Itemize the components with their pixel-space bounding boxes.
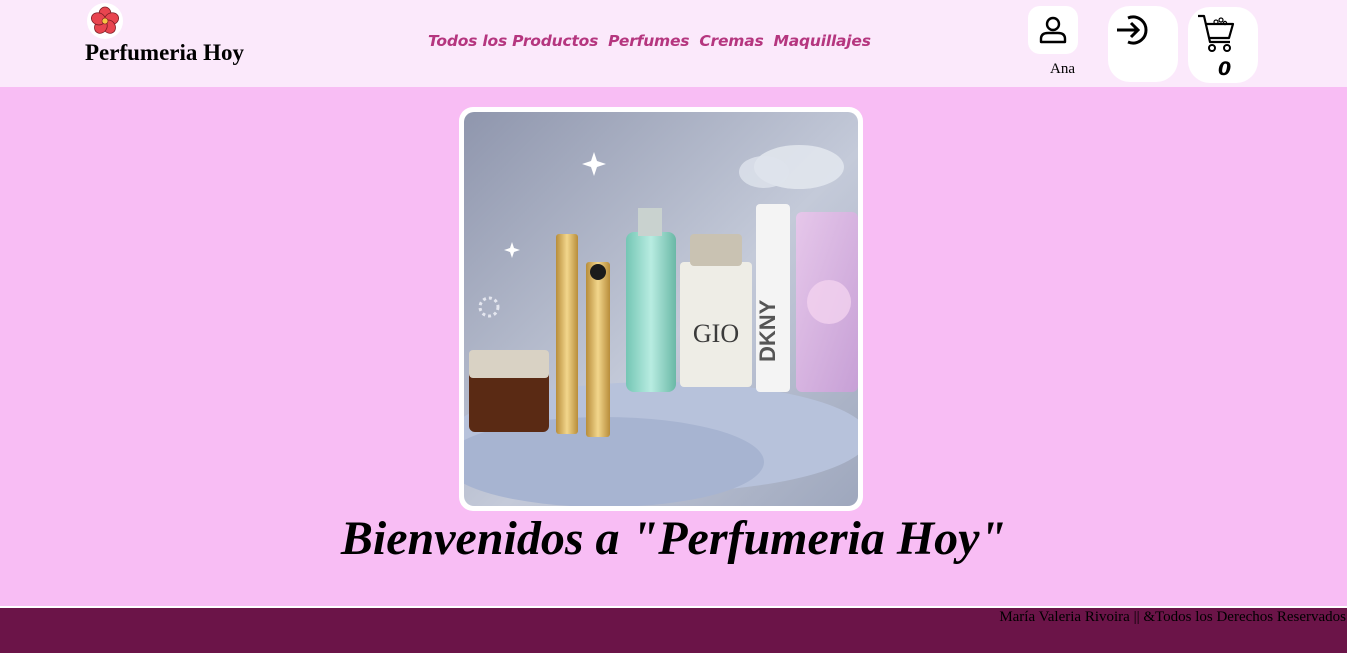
hero-image: GIO DKNY xyxy=(464,112,858,506)
user-button[interactable] xyxy=(1028,6,1078,54)
hero-image-frame: GIO DKNY xyxy=(459,107,863,511)
user-icon xyxy=(1039,16,1067,44)
user-name: Ana xyxy=(1050,61,1075,77)
welcome-heading: Bienvenidos a "Perfumeria Hoy" xyxy=(340,512,1007,565)
svg-text:GIO: GIO xyxy=(693,319,739,348)
site-header: Perfumeria Hoy Todos los Productos Perfu… xyxy=(0,0,1347,87)
login-arrow-icon xyxy=(1117,15,1148,45)
login-button[interactable] xyxy=(1108,6,1178,82)
shopping-cart-icon xyxy=(1198,14,1235,52)
cart-count-badge: 0 xyxy=(1218,58,1232,80)
nav-link-cremas[interactable]: Cremas xyxy=(699,32,763,50)
brand-name[interactable]: Perfumeria Hoy xyxy=(85,40,244,66)
nav-link-maquillajes[interactable]: Maquillajes xyxy=(774,32,871,50)
nav-link-perfumes[interactable]: Perfumes xyxy=(608,32,689,50)
site-footer: María Valeria Rivoira || &Todos los Dere… xyxy=(0,608,1347,653)
main-nav: Todos los Productos Perfumes Cremas Maqu… xyxy=(428,32,871,50)
svg-text:DKNY: DKNY xyxy=(755,299,780,362)
hibiscus-flower-icon[interactable] xyxy=(87,3,123,39)
footer-copyright: María Valeria Rivoira || &Todos los Dere… xyxy=(999,609,1346,625)
nav-link-todos[interactable]: Todos los Productos xyxy=(428,32,598,50)
